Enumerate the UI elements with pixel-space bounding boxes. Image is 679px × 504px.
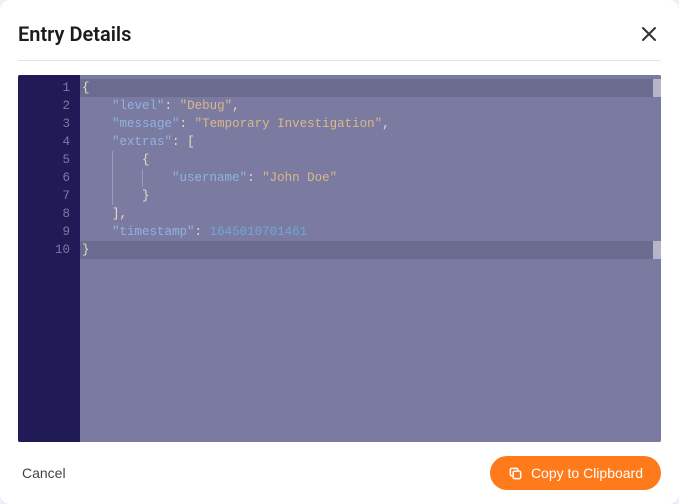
code-body: { "level": "Debug", "message": "Temporar… (80, 75, 661, 442)
token-str: "Debug" (180, 99, 233, 113)
code-line: "username": "John Doe" (80, 169, 661, 187)
line-number: 3 (18, 115, 80, 133)
token-punc: : (180, 117, 188, 131)
token-num: 1645010701461 (210, 225, 308, 239)
code-line: "timestamp": 1645010701461 (80, 223, 661, 241)
token-punc: : (195, 225, 203, 239)
token-key: "timestamp" (112, 225, 195, 239)
token-punc: , (232, 99, 240, 113)
modal-title: Entry Details (18, 22, 131, 46)
fold-marker (653, 241, 661, 259)
token-brace: } (82, 243, 90, 257)
token-punc: : (172, 135, 180, 149)
line-number: 4 (18, 133, 80, 151)
code-line: { (80, 151, 661, 169)
token-punc: , (382, 117, 390, 131)
token-key: "username" (172, 171, 247, 185)
entry-details-modal: Entry Details 1 2 3 4 5 6 7 8 9 10 { "le… (0, 0, 679, 504)
modal-header: Entry Details (0, 0, 679, 60)
token-bracket: [ (187, 135, 195, 149)
modal-footer: Cancel Copy to Clipboard (0, 442, 679, 504)
fold-marker (653, 79, 661, 97)
close-icon (640, 25, 658, 43)
copy-to-clipboard-button[interactable]: Copy to Clipboard (490, 456, 661, 490)
line-number: 7 (18, 187, 80, 205)
close-button[interactable] (637, 22, 661, 46)
code-line: ], (80, 205, 661, 223)
line-number: 6 (18, 169, 80, 187)
line-number: 1 (18, 79, 80, 97)
code-line: "message": "Temporary Investigation", (80, 115, 661, 133)
code-line: } (80, 187, 661, 205)
token-key: "level" (112, 99, 165, 113)
line-number: 2 (18, 97, 80, 115)
copy-button-label: Copy to Clipboard (531, 465, 643, 481)
line-number: 10 (18, 241, 80, 259)
cancel-button[interactable]: Cancel (18, 459, 70, 487)
token-key: "message" (112, 117, 180, 131)
token-brace: } (142, 189, 150, 203)
header-divider (18, 60, 661, 61)
token-brace: { (82, 81, 90, 95)
token-bracket: ] (112, 207, 120, 221)
code-line: "level": "Debug", (80, 97, 661, 115)
token-str: "Temporary Investigation" (195, 117, 383, 131)
line-number: 9 (18, 223, 80, 241)
token-str: "John Doe" (262, 171, 337, 185)
code-line: "extras": [ (80, 133, 661, 151)
token-punc: : (247, 171, 255, 185)
token-punc: : (165, 99, 173, 113)
token-punc: , (120, 207, 128, 221)
code-line: { (80, 79, 661, 97)
copy-icon (508, 466, 523, 481)
line-number: 5 (18, 151, 80, 169)
line-number: 8 (18, 205, 80, 223)
code-line: } (80, 241, 661, 259)
code-viewer[interactable]: 1 2 3 4 5 6 7 8 9 10 { "level": "Debug",… (18, 75, 661, 442)
token-key: "extras" (112, 135, 172, 149)
line-gutter: 1 2 3 4 5 6 7 8 9 10 (18, 75, 80, 442)
token-brace: { (142, 153, 150, 167)
